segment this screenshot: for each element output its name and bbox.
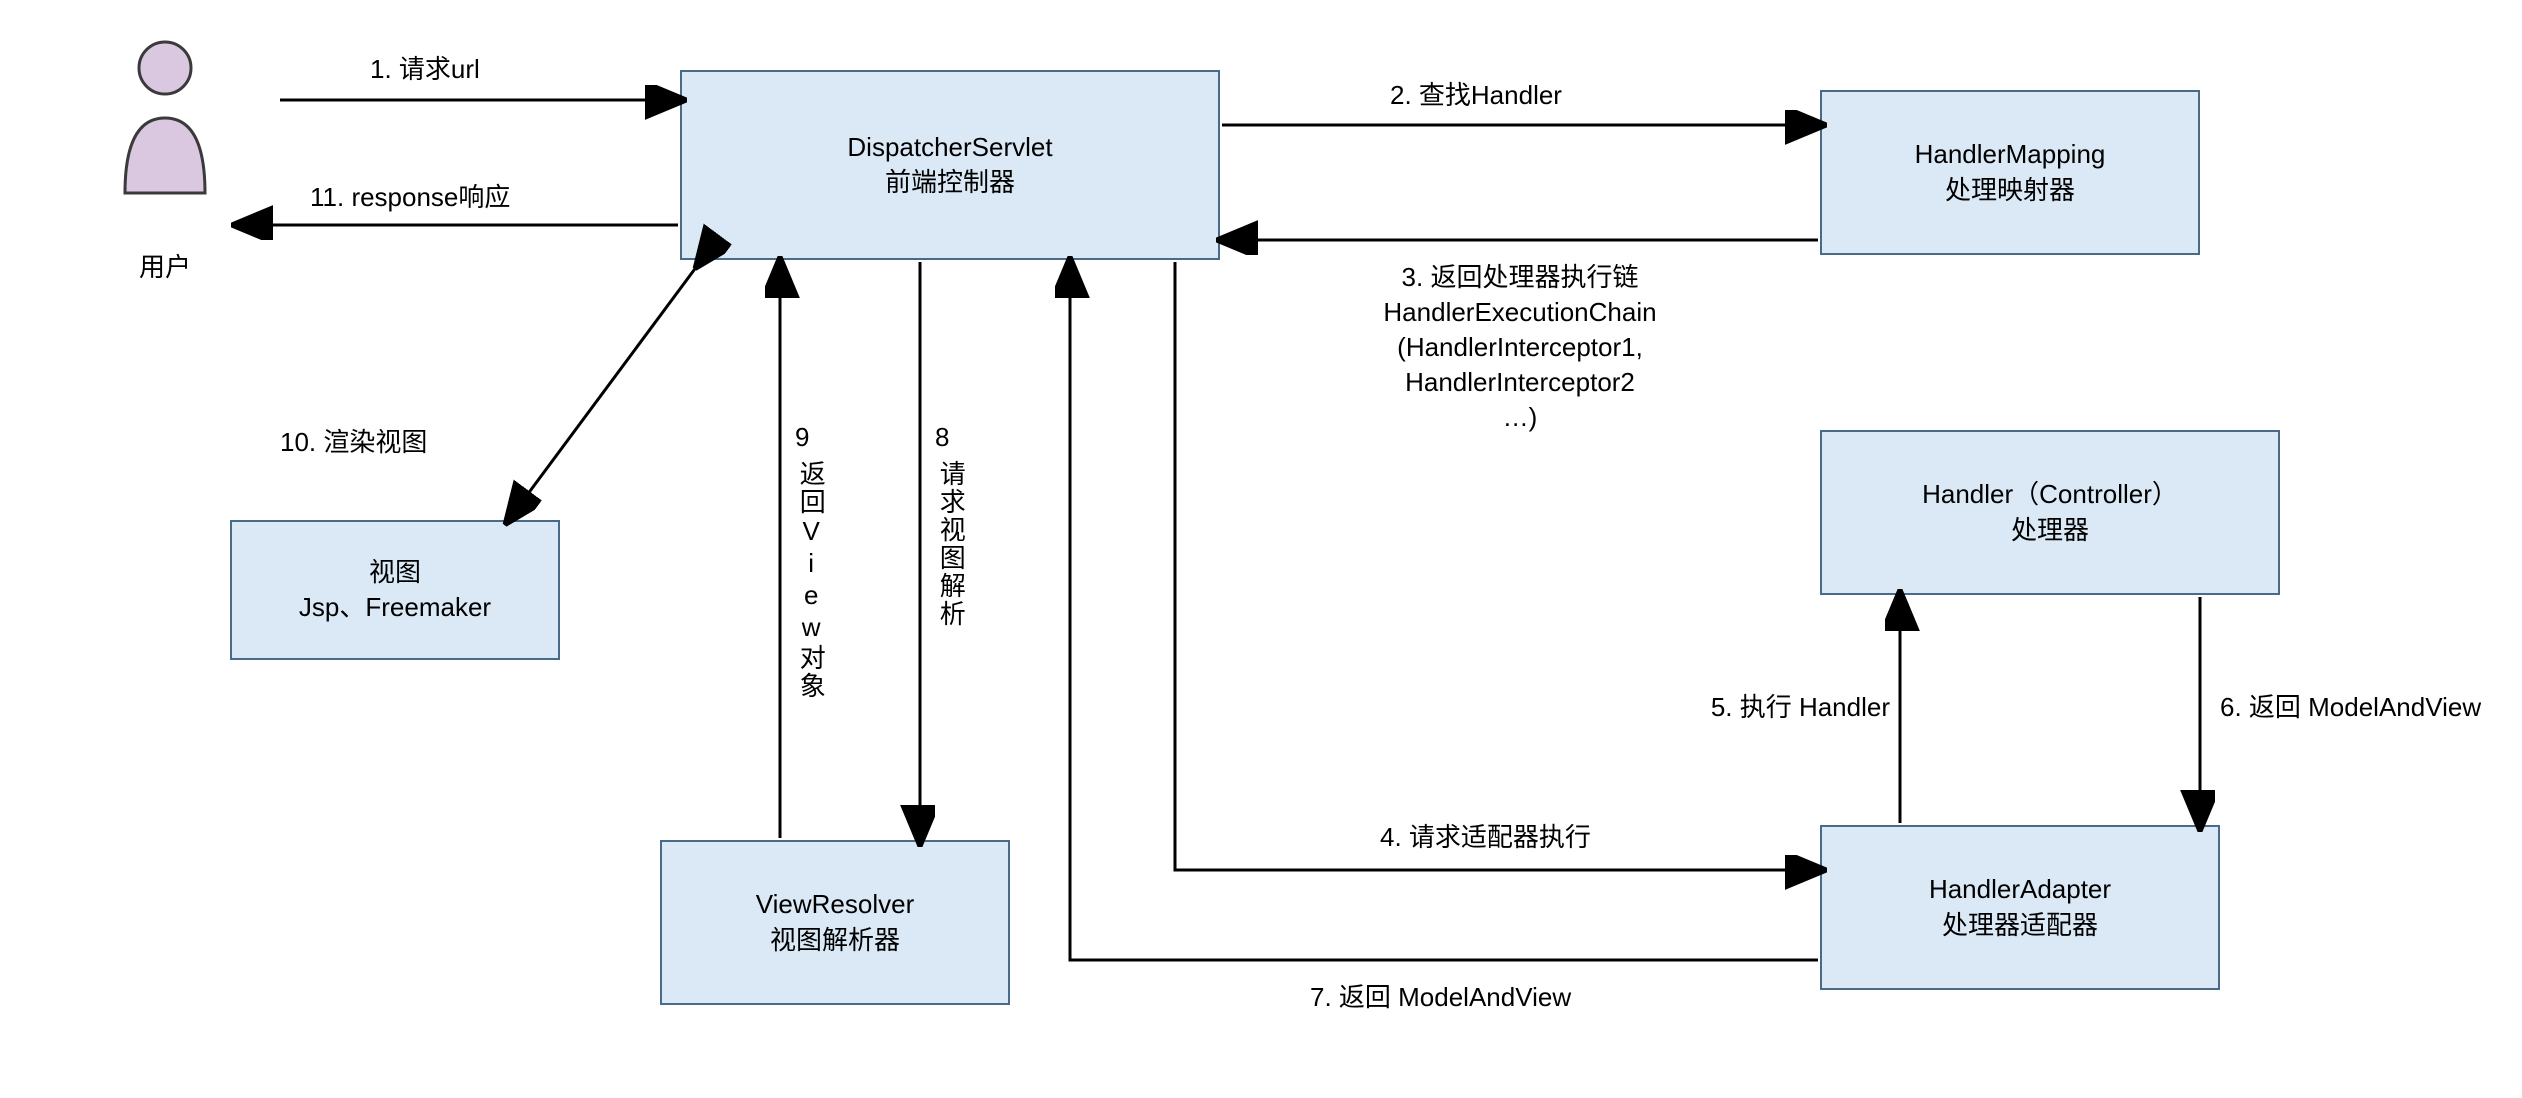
edge-8-text: 请求视图解析	[935, 460, 966, 628]
edge-9-num: 9	[795, 420, 809, 455]
edge-1-label: 1. 请求url	[370, 52, 480, 87]
edge-4-label: 4. 请求适配器执行	[1380, 820, 1591, 855]
edge-6-label: 6. 返回 ModelAndView	[2220, 690, 2481, 725]
edge-10-label: 10. 渲染视图	[280, 425, 427, 460]
edge-7-label: 7. 返回 ModelAndView	[1310, 980, 1571, 1015]
edge-8-num: 8	[935, 420, 949, 455]
edge-11-label: 11. response响应	[310, 180, 510, 215]
edge-9-text: 返回View对象	[795, 460, 826, 700]
edge-3-label: 3. 返回处理器执行链 HandlerExecutionChain (Handl…	[1310, 260, 1730, 435]
edge-5-label: 5. 执行 Handler	[1700, 690, 1890, 725]
edge-2-label: 2. 查找Handler	[1390, 78, 1562, 113]
